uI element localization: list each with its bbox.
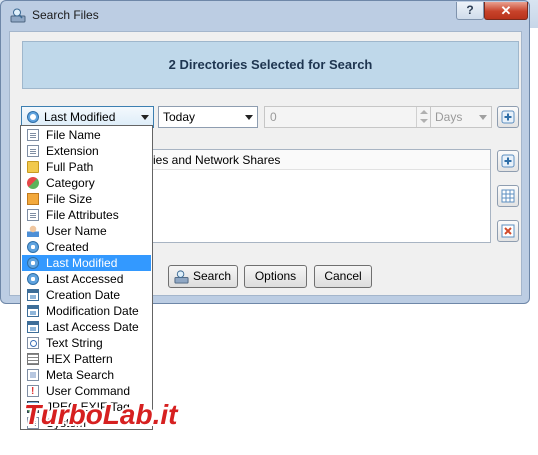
clock-icon bbox=[27, 273, 39, 285]
help-button[interactable]: ? bbox=[456, 2, 484, 20]
clock-icon bbox=[27, 257, 39, 269]
dropdown-item-label: Last Accessed bbox=[46, 272, 124, 286]
remove-list-button[interactable] bbox=[497, 220, 519, 242]
grid-icon bbox=[501, 189, 515, 203]
dropdown-item[interactable]: File Size bbox=[22, 191, 151, 207]
window-title: Search Files bbox=[32, 8, 99, 22]
unit-combo-value: Days bbox=[435, 110, 463, 124]
dropdown-item[interactable]: Last Modified bbox=[22, 255, 151, 271]
dropdown-item[interactable]: Created bbox=[22, 239, 151, 255]
user-icon bbox=[27, 225, 39, 237]
document-icon bbox=[27, 209, 39, 221]
value-spinner[interactable]: 0 bbox=[264, 106, 433, 128]
search-button-label: Search bbox=[192, 269, 232, 283]
calendar-icon bbox=[27, 321, 39, 333]
dropdown-item-label: Creation Date bbox=[46, 288, 121, 302]
dropdown-item[interactable]: File Attributes bbox=[22, 207, 151, 223]
dropdown-item[interactable]: Extension bbox=[22, 143, 151, 159]
selection-banner: 2 Directories Selected for Search bbox=[22, 41, 519, 89]
add-criteria-button[interactable] bbox=[497, 106, 519, 128]
watermark-text: TurboLab.it bbox=[24, 399, 179, 430]
folder-icon bbox=[27, 161, 39, 173]
dropdown-item[interactable]: Full Path bbox=[22, 159, 151, 175]
dropdown-item-label: Modification Date bbox=[46, 304, 139, 318]
dropdown-item[interactable]: File Name bbox=[22, 127, 151, 143]
spin-down-icon[interactable] bbox=[420, 119, 428, 123]
dropdown-item-label: Last Modified bbox=[46, 256, 118, 270]
cancel-button[interactable]: Cancel bbox=[314, 265, 372, 288]
title-bar[interactable]: Search Files ? ✕ bbox=[1, 1, 529, 29]
dropdown-item-label: Last Access Date bbox=[46, 320, 139, 334]
turbolab-watermark: TurboLab.it bbox=[22, 397, 181, 432]
calendar-icon bbox=[27, 289, 39, 301]
dropdown-item-label: Full Path bbox=[46, 160, 94, 174]
search-button[interactable]: Search bbox=[168, 265, 238, 288]
dropdown-item[interactable]: User Name bbox=[22, 223, 151, 239]
chevron-down-icon bbox=[141, 115, 149, 120]
dropdown-item-label: User Name bbox=[46, 224, 107, 238]
dropdown-item[interactable]: Last Accessed bbox=[22, 271, 151, 287]
cancel-button-label: Cancel bbox=[324, 269, 362, 283]
hex-icon bbox=[27, 353, 39, 365]
dropdown-item[interactable]: Last Access Date bbox=[22, 319, 151, 335]
dropdown-item-label: Extension bbox=[46, 144, 99, 158]
dropdown-item-label: Created bbox=[46, 240, 89, 254]
close-button[interactable]: ✕ bbox=[484, 2, 528, 20]
dropdown-item-label: File Size bbox=[46, 192, 93, 206]
clock-icon bbox=[27, 111, 39, 123]
plus-icon bbox=[501, 154, 515, 168]
text-icon bbox=[27, 337, 39, 349]
value-spinner-text: 0 bbox=[270, 110, 277, 124]
field-combo-value: Last Modified bbox=[44, 110, 116, 124]
dropdown-item-label: File Attributes bbox=[46, 208, 119, 222]
dropdown-item[interactable]: Modification Date bbox=[22, 303, 151, 319]
operator-combo-value: Today bbox=[163, 110, 196, 124]
unit-combo[interactable]: Days bbox=[430, 106, 492, 128]
dropdown-item-label: File Name bbox=[46, 128, 101, 142]
box-icon bbox=[27, 193, 39, 205]
delete-icon bbox=[501, 224, 515, 238]
dropdown-item[interactable]: Category bbox=[22, 175, 151, 191]
category-icon bbox=[27, 177, 39, 189]
dropdown-item[interactable]: Text String bbox=[22, 335, 151, 351]
edit-list-button[interactable] bbox=[497, 185, 519, 207]
add-list-button[interactable] bbox=[497, 150, 519, 172]
clock-icon bbox=[27, 241, 39, 253]
dropdown-item[interactable]: Creation Date bbox=[22, 287, 151, 303]
document-icon bbox=[27, 129, 39, 141]
calendar-icon bbox=[27, 305, 39, 317]
options-button[interactable]: Options bbox=[244, 265, 307, 288]
search-icon bbox=[174, 270, 189, 284]
dropdown-item-label: Meta Search bbox=[46, 368, 115, 382]
document-icon bbox=[27, 145, 39, 157]
criteria-list-item-text: ries and Network Shares bbox=[149, 153, 281, 167]
app-icon bbox=[10, 8, 26, 23]
dropdown-item[interactable]: HEX Pattern bbox=[22, 351, 151, 367]
chevron-down-icon bbox=[479, 115, 487, 120]
plus-icon bbox=[501, 110, 515, 124]
meta-icon bbox=[27, 369, 39, 381]
spin-up-icon[interactable] bbox=[420, 110, 428, 114]
field-dropdown-list[interactable]: File Name Extension Full Path Category File … bbox=[20, 125, 153, 430]
chevron-down-icon bbox=[245, 115, 253, 120]
dropdown-item[interactable]: Meta Search bbox=[22, 367, 151, 383]
dropdown-item-label: HEX Pattern bbox=[46, 352, 113, 366]
options-button-label: Options bbox=[254, 269, 297, 283]
operator-combo[interactable]: Today bbox=[158, 106, 258, 128]
dropdown-item-label: Category bbox=[46, 176, 95, 190]
dropdown-item-label: Text String bbox=[46, 336, 103, 350]
